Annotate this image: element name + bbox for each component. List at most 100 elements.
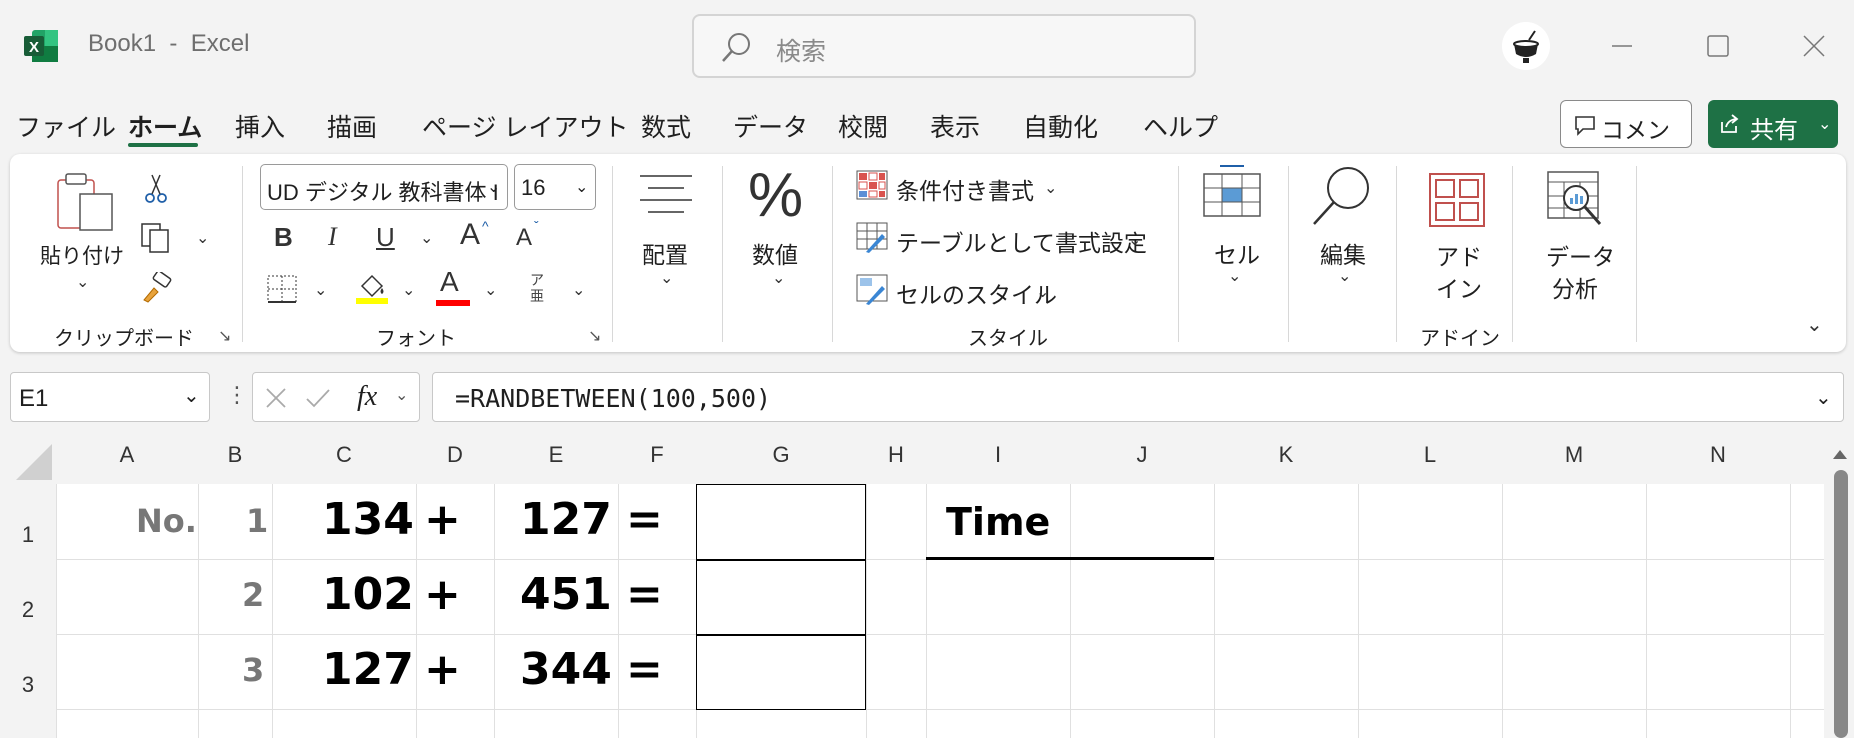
alignment-label[interactable]: 配置 [642, 236, 688, 270]
data-analysis-label-line1[interactable]: データ [1546, 238, 1615, 272]
formula-expand-chevron-down-icon[interactable]: ⌄ [1815, 385, 1832, 410]
row-header-1[interactable]: 1 [0, 522, 56, 548]
equals-cell[interactable]: = [626, 644, 663, 695]
underline-button[interactable]: U [376, 222, 395, 253]
column-header-i[interactable]: I [926, 442, 1070, 478]
format-as-table-chevron-down-icon[interactable]: ⌄ [1128, 230, 1141, 250]
bold-button[interactable]: B [274, 222, 293, 253]
column-header-c[interactable]: C [272, 442, 416, 478]
shrink-font-button[interactable]: A [516, 224, 532, 252]
font-size-select[interactable]: 16 ⌄ [514, 164, 596, 210]
operator-cell[interactable]: + [424, 644, 461, 695]
cell-styles-chevron-down-icon[interactable]: ⌄ [1036, 282, 1049, 302]
editing-label[interactable]: 編集 [1320, 236, 1366, 270]
insert-function-button[interactable]: fx [357, 381, 377, 413]
paste-chevron-down-icon[interactable]: ⌄ [76, 272, 89, 292]
tab-view[interactable]: 表示 [930, 108, 980, 144]
column-header-e[interactable]: E [494, 442, 618, 478]
select-all-icon[interactable] [16, 444, 52, 480]
operand-b-cell[interactable]: 344 [520, 644, 612, 695]
add-ins-label-line1[interactable]: アド [1436, 238, 1482, 272]
number-chevron-down-icon[interactable]: ⌄ [772, 268, 785, 288]
operand-a-cell[interactable]: 102 [322, 569, 414, 620]
column-header-f[interactable]: F [618, 442, 696, 478]
operand-b-cell[interactable]: 451 [520, 569, 612, 620]
format-painter-icon[interactable] [140, 272, 174, 304]
clipboard-launcher-icon[interactable]: ↘ [218, 326, 231, 346]
column-header-a[interactable]: A [56, 442, 198, 478]
user-avatar[interactable] [1502, 22, 1550, 70]
alignment-icon[interactable] [636, 170, 696, 220]
conditional-formatting-icon[interactable] [856, 170, 888, 200]
fill-color-chevron-down-icon[interactable]: ⌄ [402, 280, 415, 300]
tab-data[interactable]: データ [733, 108, 808, 144]
paste-label[interactable]: 貼り付け [40, 240, 124, 270]
operand-b-cell[interactable]: 127 [520, 494, 612, 545]
ribbon-collapse-chevron-down-icon[interactable]: ⌄ [1806, 312, 1823, 337]
phonetic-chevron-down-icon[interactable]: ⌄ [572, 280, 585, 300]
fx-chevron-down-icon[interactable]: ⌄ [395, 385, 408, 405]
column-header-d[interactable]: D [416, 442, 494, 478]
column-header-g[interactable]: G [696, 442, 866, 478]
operator-cell[interactable]: + [424, 494, 461, 545]
search-box[interactable]: 検索 [692, 14, 1196, 78]
column-header-k[interactable]: K [1214, 442, 1358, 478]
format-as-table-icon[interactable] [856, 222, 888, 254]
comment-button[interactable]: コメント [1560, 100, 1692, 177]
underline-chevron-down-icon[interactable]: ⌄ [420, 228, 433, 248]
formula-input[interactable]: =RANDBETWEEN(100,500) ⌄ [432, 372, 1844, 422]
tab-automate[interactable]: 自動化 [1023, 108, 1098, 144]
formula-bar-handle-icon[interactable]: ⋮ [226, 382, 248, 408]
tab-review[interactable]: 校閲 [838, 108, 888, 144]
cancel-entry-icon[interactable] [265, 387, 287, 409]
cell-styles-icon[interactable] [856, 274, 888, 306]
borders-chevron-down-icon[interactable]: ⌄ [314, 280, 327, 300]
operator-cell[interactable]: + [424, 569, 461, 620]
editing-chevron-down-icon[interactable]: ⌄ [1338, 266, 1351, 286]
share-button[interactable]: 共有 ⌄ [1708, 100, 1838, 148]
tab-formulas[interactable]: 数式 [641, 108, 691, 144]
add-ins-label-line2[interactable]: イン [1436, 270, 1482, 304]
grow-font-button[interactable]: A [460, 218, 480, 252]
conditional-formatting-label[interactable]: 条件付き書式 [896, 172, 1034, 206]
italic-button[interactable]: I [328, 222, 337, 252]
maximize-icon[interactable] [1690, 20, 1746, 72]
tab-help[interactable]: ヘルプ [1143, 108, 1218, 144]
cells-label[interactable]: セル [1214, 236, 1260, 270]
font-color-chevron-down-icon[interactable]: ⌄ [484, 280, 497, 300]
tab-insert[interactable]: 挿入 [235, 108, 285, 144]
editing-search-icon[interactable] [1310, 164, 1374, 228]
font-name-select[interactable]: UD デジタル 教科書体 I ⌄ [260, 164, 508, 210]
column-header-b[interactable]: B [198, 442, 272, 478]
conditional-formatting-chevron-down-icon[interactable]: ⌄ [1044, 178, 1057, 198]
name-box-chevron-down-icon[interactable]: ⌄ [183, 383, 200, 408]
column-header-l[interactable]: L [1358, 442, 1502, 478]
tab-page-layout[interactable]: ページ レイアウト [422, 108, 628, 144]
cells-chevron-down-icon[interactable]: ⌄ [1228, 266, 1241, 286]
scroll-up-icon[interactable] [1830, 446, 1850, 462]
problem-no-cell[interactable]: 3 [242, 651, 264, 689]
row-header-3[interactable]: 3 [0, 672, 56, 698]
font-launcher-icon[interactable]: ↘ [588, 326, 601, 346]
data-analysis-label-line2[interactable]: 分析 [1552, 270, 1598, 304]
minimize-icon[interactable] [1594, 20, 1650, 72]
column-header-h[interactable]: H [866, 442, 926, 478]
tab-draw[interactable]: 描画 [327, 108, 377, 144]
copy-chevron-down-icon[interactable]: ⌄ [196, 228, 209, 248]
paste-icon[interactable] [52, 172, 118, 234]
cell-styles-label[interactable]: セルのスタイル [896, 276, 1057, 310]
number-label[interactable]: 数値 [752, 236, 798, 270]
tab-file[interactable]: ファイル [16, 108, 116, 144]
confirm-entry-icon[interactable] [305, 387, 331, 409]
equals-cell[interactable]: = [626, 569, 663, 620]
column-header-n[interactable]: N [1646, 442, 1790, 478]
column-header-m[interactable]: M [1502, 442, 1646, 478]
alignment-chevron-down-icon[interactable]: ⌄ [660, 268, 673, 288]
cut-icon[interactable] [142, 172, 170, 204]
problem-no-cell[interactable]: 1 [246, 502, 268, 540]
time-label-cell[interactable]: Time [946, 500, 1050, 544]
percent-icon[interactable]: % [748, 160, 803, 231]
equals-cell[interactable]: = [626, 494, 663, 545]
header-no-cell[interactable]: No. [136, 502, 197, 540]
tab-home[interactable]: ホーム [128, 108, 202, 144]
